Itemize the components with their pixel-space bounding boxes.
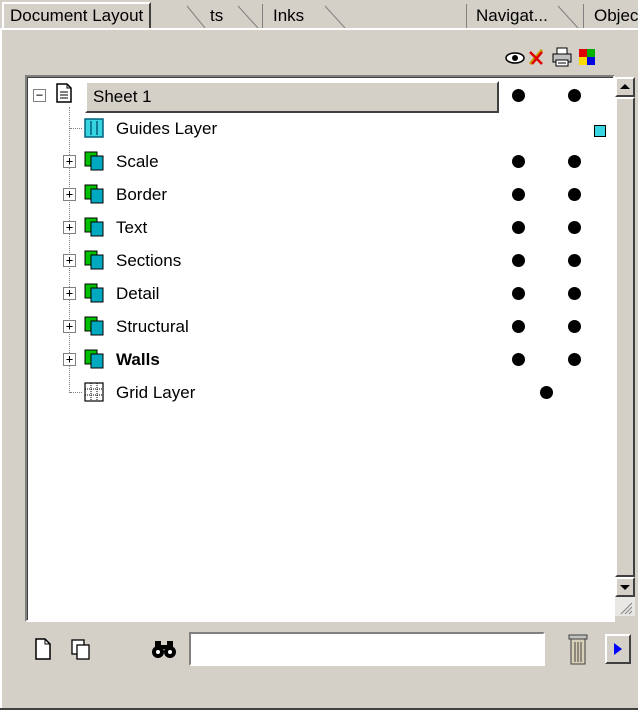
- tree-row-text[interactable]: + Text: [27, 211, 613, 244]
- layer-stack-icon: [84, 349, 104, 369]
- tree-row-sections[interactable]: + Sections: [27, 244, 613, 277]
- layer-label: Scale: [116, 152, 159, 171]
- layer-stack-icon: [84, 316, 104, 336]
- scroll-thumb[interactable]: [615, 97, 635, 577]
- sheet-label[interactable]: Sheet 1: [85, 81, 499, 113]
- layer-stack-icon: [84, 250, 104, 270]
- print-dot[interactable]: [568, 254, 581, 267]
- color-icon[interactable]: [576, 46, 598, 68]
- search-input[interactable]: [189, 632, 545, 666]
- layer-stack-icon: [84, 184, 104, 204]
- visible-dot[interactable]: [512, 89, 525, 102]
- tree-connector: [70, 392, 82, 393]
- new-sheet-icon[interactable]: [32, 637, 54, 661]
- print-dot[interactable]: [568, 188, 581, 201]
- layer-label: Structural: [116, 317, 189, 336]
- tree-row-scale[interactable]: + Scale: [27, 145, 613, 178]
- tab-navigator[interactable]: Navigat...: [476, 4, 548, 28]
- tree-row-walls[interactable]: + Walls: [27, 343, 613, 376]
- print-dot[interactable]: [568, 155, 581, 168]
- arrow-down-icon: [620, 585, 630, 590]
- column-header: [0, 46, 638, 70]
- tree-row-border[interactable]: + Border: [27, 178, 613, 211]
- tab-bar: Document Layout ts Inks Navigat... Objec: [0, 0, 638, 30]
- eye-icon[interactable]: [504, 46, 526, 68]
- visible-dot[interactable]: [512, 155, 525, 168]
- visible-dot[interactable]: [540, 386, 553, 399]
- print-dot[interactable]: [568, 287, 581, 300]
- new-layer-icon[interactable]: [69, 637, 93, 661]
- visible-dot[interactable]: [512, 254, 525, 267]
- layer-stack-icon: [84, 217, 104, 237]
- visible-dot[interactable]: [512, 320, 525, 333]
- layer-label: Text: [116, 218, 148, 237]
- scroll-down-button[interactable]: [615, 577, 635, 597]
- tree-connector: [70, 128, 82, 129]
- tab-inks[interactable]: Inks: [273, 4, 304, 28]
- layer-label: Walls: [116, 350, 160, 369]
- tab-objects[interactable]: Objec: [594, 4, 638, 28]
- expand-icon[interactable]: +: [63, 254, 76, 267]
- layer-label: Grid Layer: [116, 383, 196, 402]
- expand-icon[interactable]: +: [63, 320, 76, 333]
- panel-edge: [0, 28, 2, 710]
- tab-divider: [324, 5, 346, 28]
- tab-document-layout[interactable]: Document Layout: [2, 2, 152, 30]
- tree-row-detail[interactable]: + Detail: [27, 277, 613, 310]
- tab-divider: [262, 4, 263, 28]
- layer-label: Sections: [116, 251, 182, 270]
- tree-row-guides-layer[interactable]: Guides Layer: [27, 112, 613, 145]
- tree-row-sheet-1[interactable]: − Sheet 1: [27, 79, 613, 113]
- print-dot[interactable]: [568, 221, 581, 234]
- expand-icon[interactable]: +: [63, 353, 76, 366]
- play-icon: [614, 643, 622, 655]
- visible-dot[interactable]: [512, 221, 525, 234]
- tab-divider: [186, 5, 206, 28]
- expand-icon[interactable]: +: [63, 287, 76, 300]
- resize-grip-icon[interactable]: [617, 599, 633, 615]
- tree-row-structural[interactable]: + Structural: [27, 310, 613, 343]
- collapse-icon[interactable]: −: [33, 89, 46, 102]
- expand-icon[interactable]: +: [63, 155, 76, 168]
- print-dot[interactable]: [568, 353, 581, 366]
- tree-row-grid-layer[interactable]: Grid Layer: [27, 376, 613, 409]
- layer-label: Guides Layer: [116, 119, 218, 138]
- printer-icon[interactable]: [551, 46, 573, 68]
- layer-tree-panel: − Sheet 1 Guides Layer + Scale + Border …: [25, 75, 635, 622]
- vertical-scrollbar[interactable]: [615, 77, 635, 616]
- lock-icon[interactable]: [526, 46, 548, 68]
- guides-layer-icon: [84, 118, 104, 138]
- layer-stack-icon: [84, 283, 104, 303]
- binoculars-icon[interactable]: [150, 637, 180, 661]
- layer-stack-icon: [84, 151, 104, 171]
- play-button[interactable]: [605, 634, 631, 664]
- print-dot[interactable]: [568, 320, 581, 333]
- color-swatch[interactable]: [594, 125, 606, 137]
- sheet-icon: [56, 83, 72, 103]
- grid-layer-icon: [84, 382, 104, 402]
- expand-icon[interactable]: +: [63, 221, 76, 234]
- tab-baseline: [0, 28, 638, 30]
- tab-divider: [237, 5, 259, 28]
- layer-label: Detail: [116, 284, 160, 303]
- tab-divider: [466, 4, 467, 28]
- print-dot[interactable]: [568, 89, 581, 102]
- visible-dot[interactable]: [512, 287, 525, 300]
- tab-divider: [557, 5, 579, 28]
- tab-divider: [583, 4, 584, 28]
- arrow-up-icon: [620, 84, 630, 89]
- layer-label: Border: [116, 185, 168, 204]
- visible-dot[interactable]: [512, 188, 525, 201]
- expand-icon[interactable]: +: [63, 188, 76, 201]
- visible-dot[interactable]: [512, 353, 525, 366]
- scroll-up-button[interactable]: [615, 77, 635, 97]
- tab-objects-partial[interactable]: ts: [210, 4, 232, 28]
- trash-icon[interactable]: [565, 632, 591, 666]
